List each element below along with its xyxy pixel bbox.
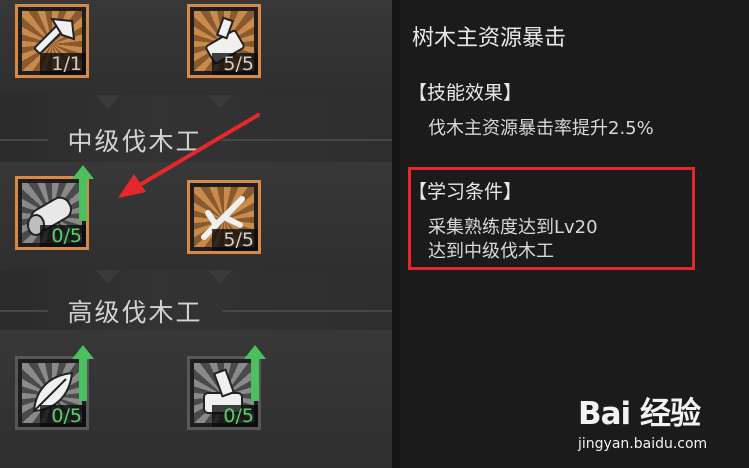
upgrade-arrow-icon	[72, 345, 94, 401]
requirement-line: 达到中级伐木工	[428, 241, 554, 262]
skill-slot-stump[interactable]: 0/5	[187, 345, 266, 430]
skill-slot-axe[interactable]: 1/1	[15, 4, 89, 78]
tree-connector	[208, 270, 232, 284]
baidu-jingyan-watermark: Bai 经验 jingyan.baidu.com	[578, 388, 743, 458]
tree-connector	[96, 95, 120, 109]
upgrade-arrow-icon	[72, 165, 94, 221]
skill-level: 0/5	[40, 405, 86, 427]
watermark-url: jingyan.baidu.com	[578, 436, 708, 452]
requirement-title: 【学习条件】	[408, 181, 523, 203]
skill-slot-wood-chop[interactable]: 5/5	[187, 4, 261, 78]
skill-slot-log-crit[interactable]: 0/5	[15, 165, 94, 250]
watermark-logo: Bai 经验	[578, 396, 701, 432]
skill-level: 5/5	[212, 53, 258, 75]
panel-divider	[392, 0, 400, 468]
tree-connector	[208, 95, 232, 109]
tier-header-intermediate: 中级伐木工	[0, 122, 392, 158]
tier-header-advanced: 高级伐木工	[0, 293, 392, 329]
skill-level: 0/5	[40, 225, 86, 247]
requirement-line: 采集熟练度达到Lv20	[428, 217, 598, 238]
skill-slot-leaf[interactable]: 0/5	[15, 345, 94, 430]
effect-text: 伐木主资源暴击率提升2.5%	[428, 118, 654, 139]
tree-connector	[96, 270, 120, 284]
tier-title: 高级伐木工	[67, 298, 203, 327]
effect-title: 【技能效果】	[408, 82, 523, 104]
upgrade-arrow-icon	[244, 345, 266, 401]
tier-title: 中级伐木工	[67, 127, 203, 156]
skill-level: 5/5	[212, 229, 258, 251]
skill-tree-panel: 中级伐木工 高级伐木工 1/1 5/5 0/5 5/5 0/5 0/5	[0, 0, 392, 468]
skill-name: 树木主资源暴击	[412, 26, 567, 51]
skill-level: 0/5	[212, 405, 258, 427]
skill-slot-branch[interactable]: 5/5	[187, 180, 261, 254]
skill-level: 1/1	[40, 53, 86, 75]
